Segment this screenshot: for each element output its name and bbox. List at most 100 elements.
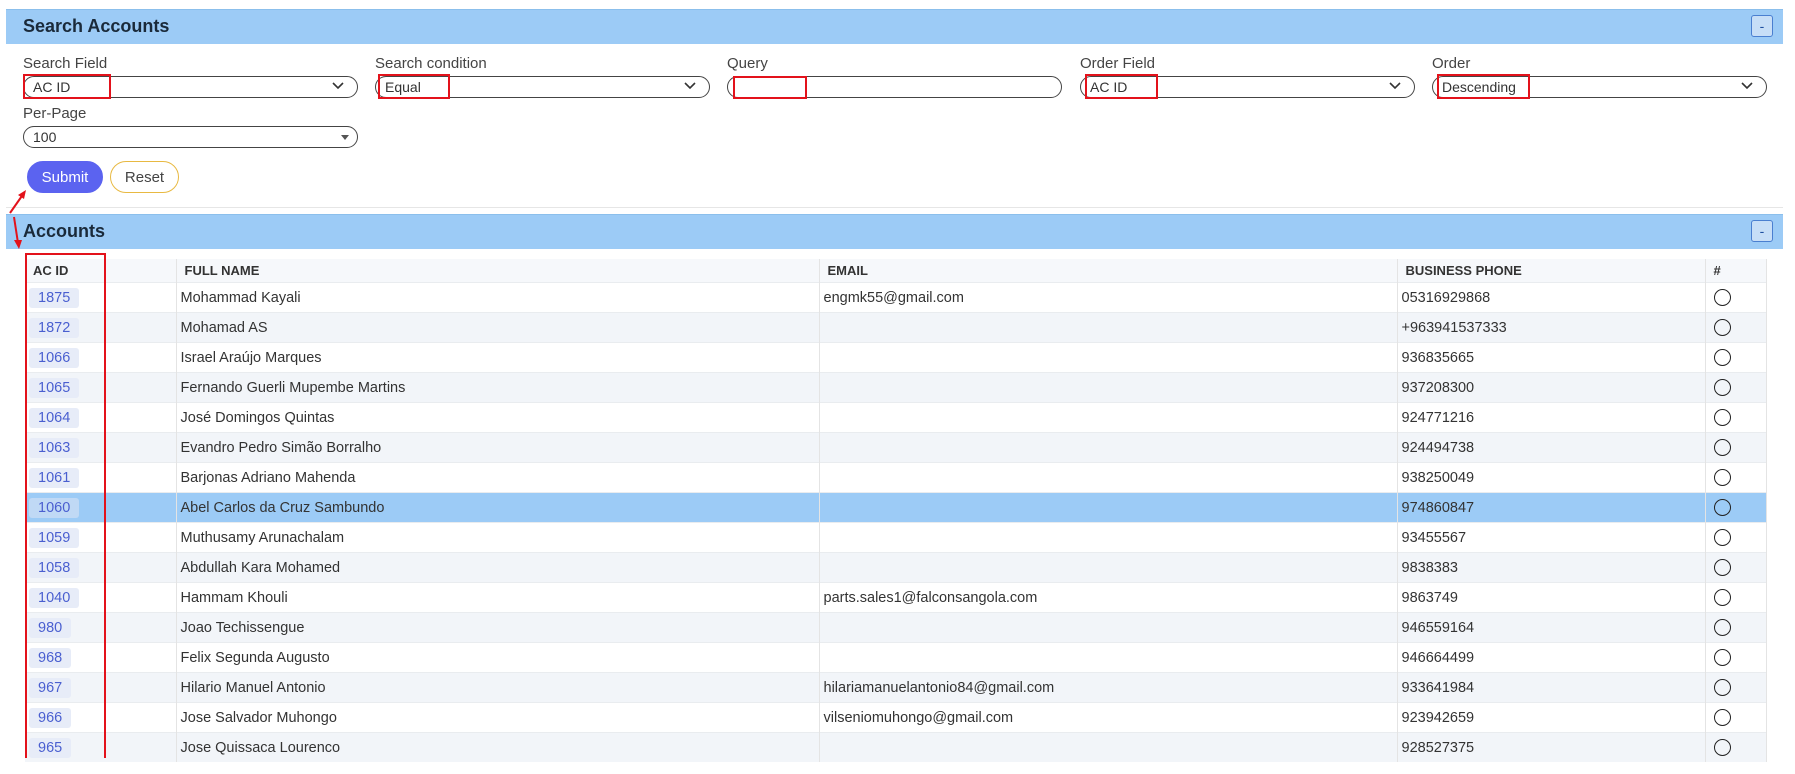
ac-id-link[interactable]: 965 <box>29 737 72 758</box>
ac-id-cell: 1066 <box>25 342 177 373</box>
ac-id-link[interactable]: 1058 <box>29 557 80 578</box>
email-cell <box>819 372 1398 403</box>
full-name-cell: José Domingos Quintas <box>176 402 820 433</box>
table-row[interactable]: 1063 Evandro Pedro Simão Borralho 92449473… <box>25 432 1767 463</box>
table-row[interactable]: 967 Hilario Manuel Antonio hilariamanuelan… <box>25 672 1767 703</box>
email-cell: vilseniomuhongo@gmail.com <box>819 702 1398 733</box>
column-header-email[interactable]: EMAIL <box>819 259 1398 283</box>
full-name-cell: Abel Carlos da Cruz Sambundo <box>176 492 820 523</box>
ac-id-link[interactable]: 1063 <box>29 437 80 458</box>
table-row[interactable]: 966 Jose Salvador Muhongo vilseniomuhongo@… <box>25 702 1767 733</box>
select-cell <box>1705 672 1767 703</box>
table-row[interactable]: 980 Joao Techissengue 946559164 <box>25 612 1767 643</box>
radio-icon[interactable] <box>1713 649 1731 666</box>
select-cell <box>1705 552 1767 583</box>
accounts-collapse-button[interactable]: - <box>1751 220 1773 242</box>
ac-id-cell: 968 <box>25 642 177 673</box>
ac-id-link[interactable]: 1040 <box>29 587 80 608</box>
per-page-label: Per-Page <box>23 105 87 122</box>
select-cell <box>1705 432 1767 463</box>
chevron-down-icon <box>1741 82 1753 90</box>
ac-id-cell: 1872 <box>25 312 177 343</box>
email-cell <box>819 402 1398 433</box>
order-field-select[interactable]: AC ID <box>1080 76 1415 98</box>
radio-icon[interactable] <box>1713 709 1731 726</box>
ac-id-link[interactable]: 1064 <box>29 407 80 428</box>
ac-id-cell: 1064 <box>25 402 177 433</box>
ac-id-link[interactable]: 1060 <box>29 497 80 518</box>
order-field-value: AC ID <box>1090 79 1128 95</box>
radio-icon[interactable] <box>1713 289 1731 306</box>
ac-id-cell: 1061 <box>25 462 177 493</box>
table-row[interactable]: 1065 Fernando Guerli Mupembe Martins 93720… <box>25 372 1767 403</box>
ac-id-cell: 1059 <box>25 522 177 553</box>
ac-id-link[interactable]: 967 <box>29 677 72 698</box>
search-accounts-panel: Search Accounts - <box>6 9 1783 208</box>
radio-icon[interactable] <box>1713 469 1731 486</box>
column-header-full-name[interactable]: FULL NAME <box>176 259 820 283</box>
ac-id-link[interactable]: 968 <box>29 647 72 668</box>
radio-icon[interactable] <box>1713 679 1731 696</box>
ac-id-cell: 1058 <box>25 552 177 583</box>
column-header-business-phone[interactable]: BUSINESS PHONE <box>1397 259 1706 283</box>
radio-icon[interactable] <box>1713 559 1731 576</box>
radio-icon[interactable] <box>1713 499 1731 516</box>
full-name-cell: Joao Techissengue <box>176 612 820 643</box>
search-condition-label: Search condition <box>375 55 487 72</box>
radio-icon[interactable] <box>1713 589 1731 606</box>
table-row[interactable]: 968 Felix Segunda Augusto 946664499 <box>25 642 1767 673</box>
table-row[interactable]: 1058 Abdullah Kara Mohamed 9838383 <box>25 552 1767 583</box>
ac-id-cell: 1040 <box>25 582 177 613</box>
ac-id-link[interactable]: 980 <box>29 617 72 638</box>
radio-icon[interactable] <box>1713 319 1731 336</box>
business-phone-cell: 923942659 <box>1397 702 1706 733</box>
per-page-select[interactable]: 100 <box>23 126 358 148</box>
select-cell <box>1705 312 1767 343</box>
column-header-select: # <box>1705 259 1767 283</box>
full-name-cell: Muthusamy Arunachalam <box>176 522 820 553</box>
order-label: Order <box>1432 55 1471 72</box>
ac-id-link[interactable]: 966 <box>29 707 72 728</box>
ac-id-cell: 966 <box>25 702 177 733</box>
radio-icon[interactable] <box>1713 349 1731 366</box>
order-select[interactable]: Descending <box>1432 76 1767 98</box>
ac-id-link[interactable]: 1059 <box>29 527 80 548</box>
select-cell <box>1705 702 1767 733</box>
select-cell <box>1705 402 1767 433</box>
ac-id-link[interactable]: 1066 <box>29 347 80 368</box>
ac-id-cell: 967 <box>25 672 177 703</box>
chevron-down-icon <box>1389 82 1401 90</box>
radio-icon[interactable] <box>1713 739 1731 756</box>
search-collapse-button[interactable]: - <box>1751 15 1773 37</box>
ac-id-link[interactable]: 1872 <box>29 317 80 338</box>
search-condition-select[interactable]: Equal <box>375 76 710 98</box>
email-cell: parts.sales1@falconsangola.com <box>819 582 1398 613</box>
ac-id-link[interactable]: 1061 <box>29 467 80 488</box>
table-row[interactable]: 1059 Muthusamy Arunachalam 93455567 <box>25 522 1767 553</box>
business-phone-cell: 946559164 <box>1397 612 1706 643</box>
radio-icon[interactable] <box>1713 409 1731 426</box>
business-phone-cell: 946664499 <box>1397 642 1706 673</box>
column-header-ac-id[interactable]: AC ID <box>25 259 177 283</box>
table-row[interactable]: 1066 Israel Araújo Marques 936835665 <box>25 342 1767 373</box>
table-row[interactable]: 1064 José Domingos Quintas 924771216 <box>25 402 1767 433</box>
search-field-select[interactable]: AC ID <box>23 76 358 98</box>
table-row[interactable]: 1872 Mohamad AS +963941537333 <box>25 312 1767 343</box>
table-row[interactable]: 1040 Hammam Khouli parts.sales1@falconsang… <box>25 582 1767 613</box>
order-value: Descending <box>1442 79 1516 95</box>
business-phone-cell: 924494738 <box>1397 432 1706 463</box>
radio-icon[interactable] <box>1713 379 1731 396</box>
table-row[interactable]: 1875 Mohammad Kayali engmk55@gmail.com 0531… <box>25 282 1767 313</box>
table-row[interactable]: 1061 Barjonas Adriano Mahenda 938250049 <box>25 462 1767 493</box>
search-panel-title: Search Accounts <box>23 16 170 36</box>
reset-button[interactable]: Reset <box>110 161 179 193</box>
ac-id-link[interactable]: 1065 <box>29 377 80 398</box>
radio-icon[interactable] <box>1713 439 1731 456</box>
table-row[interactable]: 1060 Abel Carlos da Cruz Sambundo 97486084… <box>25 492 1767 523</box>
radio-icon[interactable] <box>1713 529 1731 546</box>
ac-id-link[interactable]: 1875 <box>29 287 80 308</box>
radio-icon[interactable] <box>1713 619 1731 636</box>
order-field-label: Order Field <box>1080 55 1156 72</box>
search-panel-header: Search Accounts - <box>6 9 1783 44</box>
query-input[interactable] <box>727 76 1062 98</box>
